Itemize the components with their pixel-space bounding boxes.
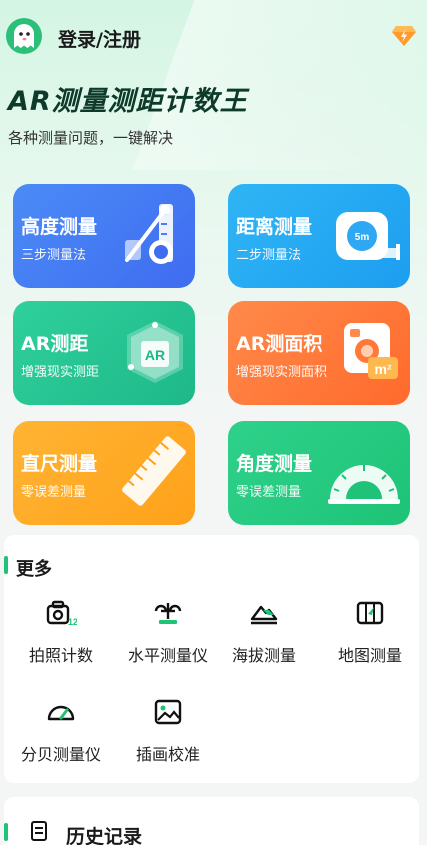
card-title: AR测距 <box>21 333 89 355</box>
tool-label: 地图测量 <box>337 646 402 665</box>
diamond-vip-icon[interactable] <box>391 24 417 48</box>
history-panel[interactable]: 历史记录 <box>4 797 419 845</box>
card-title: AR测面积 <box>236 333 323 355</box>
tool-label: 海拔测量 <box>231 646 296 665</box>
more-section-title: 更多 <box>16 559 52 580</box>
height-ruler-icon <box>125 204 173 264</box>
card-ar-area[interactable]: AR测面积 增强现实测面积 m² <box>228 301 410 405</box>
card-desc: 三步测量法 <box>21 248 87 263</box>
camera-count-icon: 12 <box>46 600 77 627</box>
card-desc: 增强现实测距 <box>21 365 100 380</box>
tool-label: 分贝测量仪 <box>20 745 101 764</box>
svg-text:m²: m² <box>374 361 391 377</box>
tool-label: 插画校准 <box>135 745 200 764</box>
ar-cube-icon: AR <box>127 321 183 383</box>
card-title: 角度测量 <box>236 453 313 475</box>
app-subtitle: 各种测量问题，一键解决 <box>8 129 174 147</box>
card-desc: 二步测量法 <box>236 248 302 263</box>
tool-illustration-calibrate[interactable]: 插画校准 <box>118 698 218 765</box>
app-title: AR测量测距计数王 <box>8 86 248 117</box>
header: 登录/注册 <box>0 0 427 74</box>
card-ar-distance[interactable]: AR测距 增强现实测距 AR <box>13 301 195 405</box>
more-tools-panel: 更多 12 拍照计数 水平测量仪 海拔测量 地图测量 分贝测量仪 插画校准 <box>4 535 419 783</box>
section-accent-bar <box>4 823 8 841</box>
image-icon <box>154 699 182 725</box>
tool-map-measure[interactable]: 地图测量 <box>320 599 420 666</box>
history-title: 历史记录 <box>66 826 143 845</box>
svg-text:12: 12 <box>68 617 77 627</box>
tape-measure-icon: 5m <box>336 212 400 260</box>
tool-label: 拍照计数 <box>28 646 93 665</box>
card-desc: 增强现实测面积 <box>236 365 328 380</box>
card-desc: 零误差测量 <box>21 485 87 500</box>
area-m2-icon: m² <box>344 323 398 379</box>
tool-decibel[interactable]: 分贝测量仪 <box>11 698 111 765</box>
card-title: 直尺测量 <box>21 453 98 475</box>
ruler-icon <box>122 436 186 506</box>
card-title: 距离测量 <box>236 216 313 238</box>
tool-photo-count[interactable]: 12 拍照计数 <box>11 599 111 666</box>
tool-level[interactable]: 水平测量仪 <box>118 599 218 666</box>
login-register-link[interactable]: 登录/注册 <box>58 25 141 52</box>
decibel-gauge-icon <box>47 705 75 721</box>
section-accent-bar <box>4 556 8 574</box>
card-distance-measure[interactable]: 距离测量 二步测量法 5m <box>228 184 410 288</box>
tool-label: 水平测量仪 <box>127 646 208 665</box>
level-icon <box>154 603 182 624</box>
history-list-icon <box>31 821 47 841</box>
card-angle-measure[interactable]: 角度测量 零误差测量 <box>228 421 410 525</box>
mountain-icon <box>250 605 278 625</box>
protractor-icon <box>328 465 400 504</box>
svg-text:AR: AR <box>145 347 165 363</box>
card-desc: 零误差测量 <box>236 485 302 500</box>
card-height-measure[interactable]: 高度测量 三步测量法 <box>13 184 195 288</box>
ghost-avatar-icon[interactable] <box>6 18 42 54</box>
svg-text:5m: 5m <box>355 232 370 243</box>
tool-altitude[interactable]: 海拔测量 <box>214 599 314 666</box>
map-icon <box>356 601 384 625</box>
card-ruler-measure[interactable]: 直尺测量 零误差测量 <box>13 421 195 525</box>
card-title: 高度测量 <box>21 216 98 238</box>
